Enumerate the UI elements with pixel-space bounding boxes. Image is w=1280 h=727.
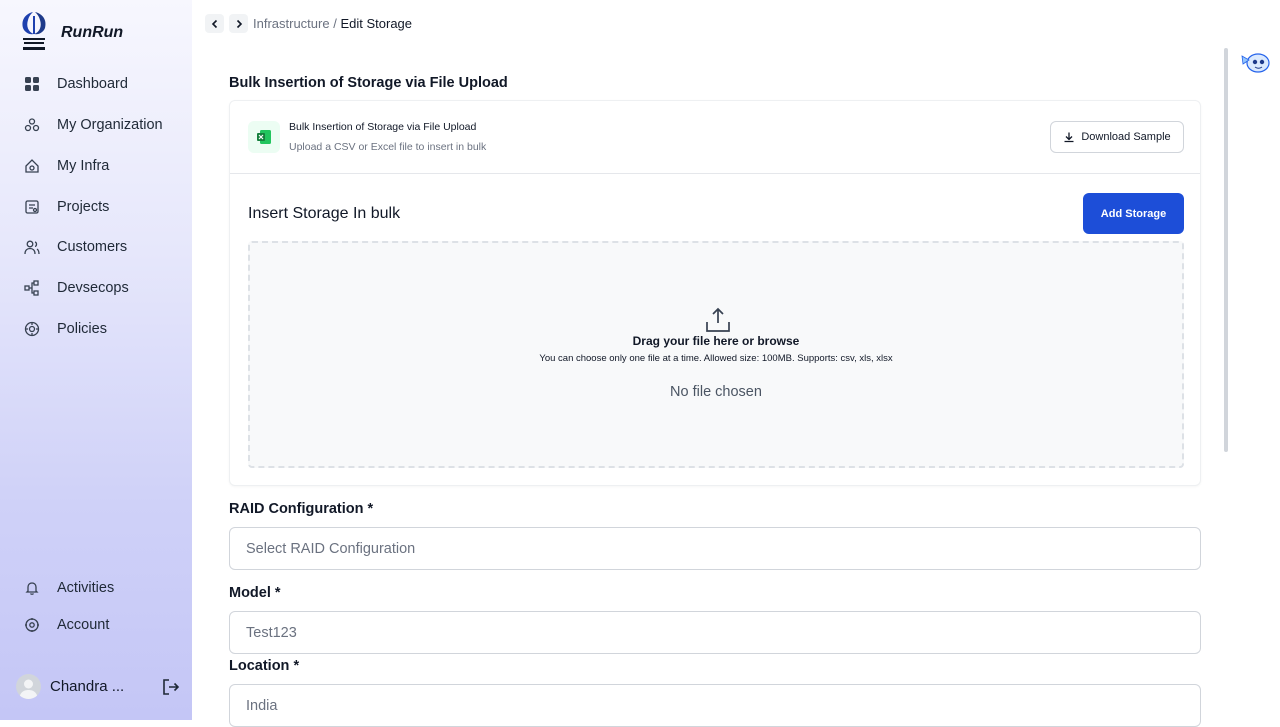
assistant-bot-icon[interactable] (1240, 48, 1272, 76)
model-input[interactable]: Test123 (229, 611, 1201, 654)
breadcrumb: Infrastructure / Edit Storage (253, 16, 412, 31)
sidebar-item-label: Devsecops (57, 280, 129, 296)
organization-icon (24, 118, 40, 132)
raid-configuration-label: RAID Configuration * (229, 501, 374, 517)
model-label: Model * (229, 585, 281, 601)
upload-card: Bulk Insertion of Storage via File Uploa… (229, 100, 1201, 486)
breadcrumb-parent[interactable]: Infrastructure (253, 16, 330, 31)
sidebar: RunRun Dashboard My Organization My Infr… (0, 0, 192, 720)
sidebar-item-my-organization[interactable]: My Organization (0, 110, 192, 140)
logout-icon[interactable] (161, 677, 181, 697)
sidebar-item-policies[interactable]: Policies (0, 314, 192, 344)
devsecops-icon (24, 280, 39, 296)
upload-icon (706, 307, 730, 332)
dropzone-title: Drag your file here or browse (632, 334, 800, 348)
sidebar-item-label: Dashboard (57, 76, 128, 92)
chevron-left-icon (211, 19, 217, 28)
app-name: RunRun (61, 24, 124, 41)
sidebar-item-customers[interactable]: Customers (0, 232, 192, 262)
user-name: Chandra ... (50, 678, 125, 695)
location-input[interactable]: India (229, 684, 1201, 727)
scrollbar[interactable] (1224, 48, 1228, 452)
infra-icon (25, 159, 39, 173)
download-icon (1064, 132, 1074, 143)
excel-file-icon (248, 121, 280, 153)
chevron-right-icon (236, 19, 242, 28)
forward-button[interactable] (229, 14, 248, 33)
upload-card-header: Bulk Insertion of Storage via File Uploa… (230, 101, 1200, 174)
back-button[interactable] (205, 14, 224, 33)
dashboard-icon (25, 77, 39, 91)
breadcrumb-current: Edit Storage (340, 16, 413, 31)
sidebar-item-dashboard[interactable]: Dashboard (0, 69, 192, 99)
sidebar-item-account[interactable]: Account (0, 610, 192, 640)
sidebar-item-label: My Organization (57, 117, 163, 133)
sidebar-item-projects[interactable]: Projects (0, 192, 192, 222)
user-profile[interactable]: Chandra ... (16, 673, 184, 701)
sidebar-item-label: My Infra (57, 158, 110, 174)
upload-card-subtitle: Upload a CSV or Excel file to insert in … (289, 141, 487, 153)
policies-icon (24, 321, 40, 337)
file-dropzone[interactable]: Drag your file here or browse You can ch… (248, 241, 1184, 468)
download-sample-button[interactable]: Download Sample (1050, 121, 1184, 153)
sidebar-item-activities[interactable]: Activities (0, 573, 192, 603)
sidebar-item-devsecops[interactable]: Devsecops (0, 273, 192, 303)
sidebar-item-label: Policies (57, 321, 107, 337)
avatar (16, 674, 41, 699)
sidebar-item-my-infra[interactable]: My Infra (0, 151, 192, 181)
file-status: No file chosen (670, 384, 762, 400)
gear-icon (25, 618, 39, 632)
bell-icon (25, 582, 39, 595)
section-title: Bulk Insertion of Storage via File Uploa… (229, 75, 508, 91)
sidebar-item-label: Projects (57, 199, 110, 215)
breadcrumb-separator: / (333, 16, 337, 31)
customers-icon (24, 240, 40, 255)
location-label: Location * (229, 658, 300, 674)
add-storage-button[interactable]: Add Storage (1083, 193, 1184, 234)
upload-card-title: Bulk Insertion of Storage via File Uploa… (289, 121, 477, 133)
railtel-logo (22, 12, 46, 50)
sidebar-item-label: Account (57, 617, 110, 633)
projects-icon (25, 200, 39, 214)
sidebar-item-label: Activities (57, 580, 115, 596)
download-sample-label: Download Sample (1081, 131, 1171, 143)
raid-configuration-select[interactable]: Select RAID Configuration (229, 527, 1201, 570)
insert-title: Insert Storage In bulk (248, 205, 401, 222)
sidebar-item-label: Customers (57, 239, 128, 255)
dropzone-hint: You can choose only one file at a time. … (539, 353, 893, 364)
